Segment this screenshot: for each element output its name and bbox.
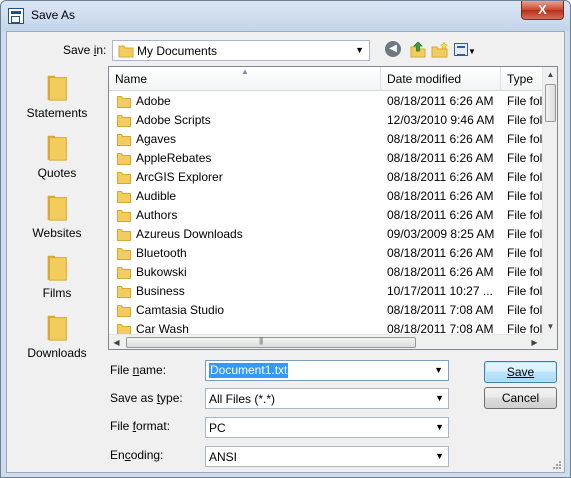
place-label: Quotes — [37, 166, 77, 180]
folder-icon — [117, 286, 131, 298]
views-menu-icon — [454, 43, 468, 56]
scroll-thumb[interactable] — [126, 336, 416, 348]
close-icon: X — [538, 2, 547, 17]
save-button[interactable]: Save — [484, 361, 557, 383]
file-format-dropdown[interactable]: PC ▼ — [205, 417, 449, 438]
file-format-label: File format: — [110, 419, 171, 433]
up-folder-button[interactable] — [409, 41, 429, 59]
file-name-value: Document1.txt — [209, 363, 289, 378]
save-as-dialog: Save As X Save in: My Documents ▼ ◀ ▼ St… — [0, 0, 571, 478]
save-as-type-label: Save as type: — [110, 391, 183, 405]
new-folder-icon — [431, 41, 449, 58]
chevron-down-icon: ▼ — [355, 45, 364, 55]
chevron-down-icon: ▼ — [435, 451, 444, 461]
place-downloads[interactable]: Downloads — [7, 312, 107, 360]
folder-icon — [118, 45, 134, 58]
folder-icon — [117, 210, 131, 222]
list-item[interactable]: Adobe Scripts 12/03/2010 9:46 AM File fol — [109, 111, 542, 130]
place-films[interactable]: Films — [7, 252, 107, 300]
chevron-down-icon: ▼ — [435, 393, 444, 403]
folder-icon — [47, 195, 67, 221]
back-button[interactable]: ◀ — [385, 41, 405, 59]
file-list[interactable]: ▲ Name Date modified Type Adobe 08/18/2011… — [108, 66, 558, 350]
file-name-input[interactable]: Document1.txt ▼ — [205, 360, 449, 381]
folder-icon — [47, 135, 67, 161]
title-bar[interactable]: Save As X — [1, 1, 570, 31]
list-item[interactable]: Camtasia Studio 08/18/2011 7:08 AM File fo… — [109, 301, 542, 320]
views-menu-button[interactable]: ▼ — [454, 41, 484, 59]
sort-ascending-icon: ▲ — [241, 67, 249, 76]
folder-icon — [117, 248, 131, 260]
folder-icon — [117, 229, 131, 241]
column-date-modified[interactable]: Date modified — [381, 67, 501, 91]
column-name[interactable]: ▲ Name — [109, 67, 381, 91]
scroll-down-icon[interactable]: ▼ — [543, 319, 557, 334]
chevron-down-icon: ▼ — [435, 422, 444, 432]
encoding-value: ANSI — [209, 450, 238, 464]
folder-icon — [117, 191, 131, 203]
cancel-button[interactable]: Cancel — [484, 387, 557, 409]
list-item[interactable]: ArcGIS Explorer 08/18/2011 6:26 AM File fo… — [109, 168, 542, 187]
save-in-label: Save in: — [63, 43, 107, 57]
dialog-body: Save in: My Documents ▼ ◀ ▼ Statements Q… — [6, 31, 565, 473]
file-format-value: PC — [209, 421, 226, 435]
place-quotes[interactable]: Quotes — [7, 132, 107, 180]
folder-icon — [117, 172, 131, 184]
places-bar: Statements Quotes Websites Films Downloa… — [7, 66, 107, 366]
folder-icon — [117, 115, 131, 127]
new-folder-button[interactable] — [431, 41, 451, 59]
save-as-type-value: All Files (*.*) — [209, 392, 276, 406]
list-item[interactable]: AppleRebates 08/18/2011 6:26 AM File fol — [109, 149, 542, 168]
column-type[interactable]: Type — [501, 67, 542, 91]
encoding-label: Encoding: — [110, 448, 164, 462]
chevron-down-icon: ▼ — [468, 47, 476, 56]
chevron-down-icon[interactable]: ▼ — [434, 365, 443, 375]
list-item[interactable]: Azureus Downloads 09/03/2009 8:25 AM File … — [109, 225, 542, 244]
save-in-dropdown[interactable]: My Documents ▼ — [112, 40, 370, 61]
scroll-left-icon[interactable]: ◀ — [109, 335, 124, 349]
place-label: Downloads — [27, 346, 87, 360]
folder-icon — [117, 96, 131, 108]
close-button[interactable]: X — [521, 1, 564, 20]
list-item[interactable]: Bukowski 08/18/2011 6:26 AM File fol — [109, 263, 542, 282]
place-statements[interactable]: Statements — [7, 72, 107, 120]
folder-icon — [117, 305, 131, 317]
app-icon — [8, 8, 24, 24]
column-header: ▲ Name Date modified Type — [109, 67, 542, 91]
list-item[interactable]: Authors 08/18/2011 6:26 AM File fol — [109, 206, 542, 225]
save-as-type-dropdown[interactable]: All Files (*.*) ▼ — [205, 388, 449, 409]
folder-icon — [117, 267, 131, 279]
folder-icon — [47, 255, 67, 281]
scroll-right-icon[interactable]: ▶ — [527, 335, 542, 349]
vertical-scrollbar[interactable]: ▲ ▼ — [542, 67, 557, 334]
folder-icon — [47, 75, 67, 101]
up-folder-icon — [410, 41, 426, 58]
dialog-title: Save As — [31, 8, 76, 22]
folder-icon — [117, 134, 131, 146]
place-websites[interactable]: Websites — [7, 192, 107, 240]
file-name-label: File name: — [110, 363, 167, 377]
back-circle-icon: ◀ — [385, 41, 401, 57]
scroll-up-icon[interactable]: ▲ — [543, 67, 557, 82]
folder-icon — [117, 153, 131, 165]
place-label: Websites — [32, 226, 82, 240]
file-rows: Adobe 08/18/2011 6:26 AM File fol Adobe Sc… — [109, 92, 542, 337]
scrollbar-corner — [542, 334, 557, 349]
folder-icon — [47, 315, 67, 341]
place-label: Films — [42, 286, 72, 300]
list-item[interactable]: Business 10/17/2011 10:27 ... File fol — [109, 282, 542, 301]
encoding-dropdown[interactable]: ANSI ▼ — [205, 446, 449, 467]
horizontal-scrollbar[interactable]: ◀ ▶ — [109, 334, 542, 349]
list-item[interactable]: Agaves 08/18/2011 6:26 AM File fol — [109, 130, 542, 149]
list-item[interactable]: Audible 08/18/2011 6:26 AM File fol — [109, 187, 542, 206]
place-label: Statements — [26, 106, 88, 120]
scroll-thumb[interactable] — [545, 84, 556, 122]
list-item[interactable]: Adobe 08/18/2011 6:26 AM File fol — [109, 92, 542, 111]
save-in-value: My Documents — [137, 44, 218, 58]
list-item[interactable]: Bluetooth 08/18/2011 6:26 AM File fol — [109, 244, 542, 263]
resize-grip-icon[interactable] — [552, 460, 562, 470]
